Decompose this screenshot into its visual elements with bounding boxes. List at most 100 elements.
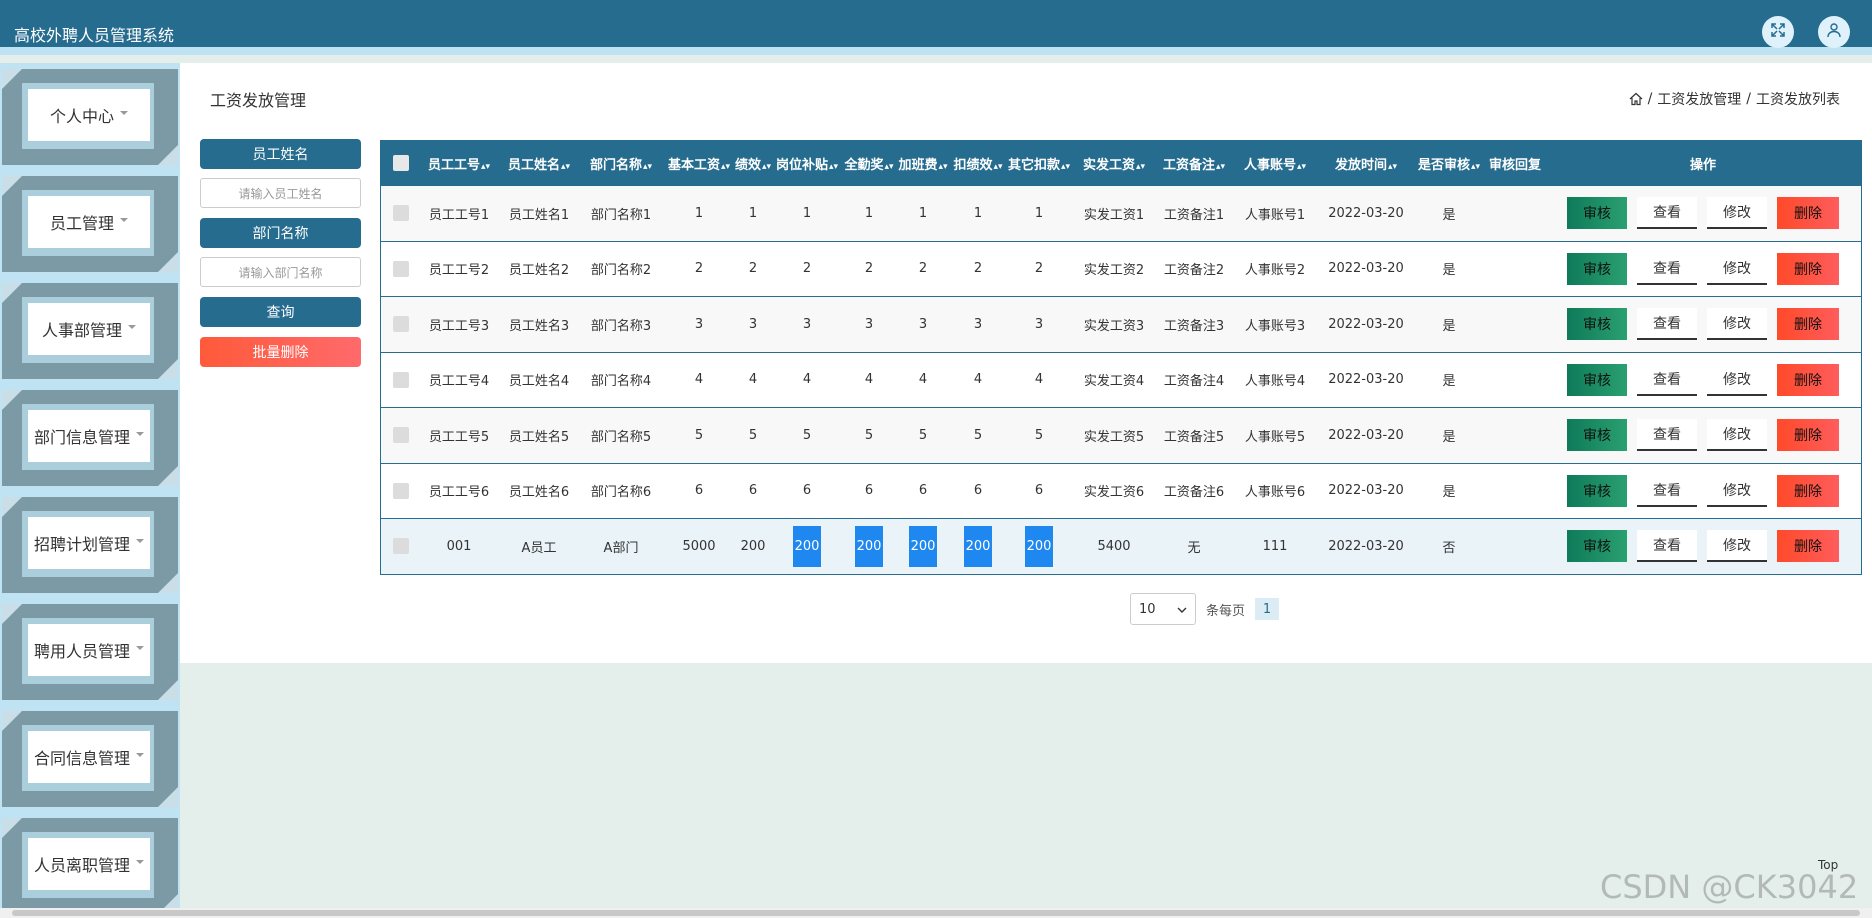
cell-value: 人事账号5 [1244, 429, 1306, 445]
sidebar-item[interactable]: 部门信息管理 [0, 388, 180, 488]
view-button[interactable]: 查看 [1637, 308, 1697, 340]
column-header[interactable]: 部门名称▴▾ [590, 154, 652, 173]
row-checkbox[interactable] [393, 538, 409, 555]
menu-card[interactable]: 聘用人员管理 [28, 624, 150, 676]
edit-button[interactable]: 修改 [1707, 419, 1767, 451]
batch-delete-button[interactable]: 批量删除 [200, 337, 361, 367]
menu-card[interactable]: 人员离职管理 [28, 838, 150, 890]
column-header[interactable]: 其它扣款▴▾ [1008, 154, 1070, 173]
employee-name-input[interactable]: 请输入员工姓名 [200, 178, 361, 208]
caret-down-icon [120, 218, 128, 222]
row-checkbox[interactable] [393, 316, 409, 333]
user-button[interactable] [1818, 16, 1850, 48]
delete-button[interactable]: 删除 [1777, 530, 1839, 562]
column-header[interactable]: 扣绩效▴▾ [953, 154, 1002, 173]
cell-value: 员工姓名4 [508, 374, 570, 390]
delete-button[interactable]: 删除 [1777, 363, 1839, 396]
sidebar-item[interactable]: 员工管理 [0, 174, 180, 274]
column-header[interactable]: 人事账号▴▾ [1244, 154, 1306, 173]
column-header[interactable]: 加班费▴▾ [898, 154, 947, 173]
department-name-input[interactable]: 请输入部门名称 [200, 257, 361, 287]
table-cell: 员工工号1 [429, 204, 489, 223]
fullscreen-button[interactable] [1762, 16, 1794, 48]
edit-button[interactable]: 修改 [1707, 197, 1767, 229]
edit-button[interactable]: 修改 [1707, 252, 1767, 285]
delete-button[interactable]: 删除 [1777, 252, 1839, 285]
row-checkbox[interactable] [393, 205, 409, 222]
audit-button[interactable]: 审核 [1567, 474, 1627, 507]
table-row: 001 A员工 A部门 5000 200 200 200 200 200 200 5400 无 111 2… [381, 518, 1861, 574]
column-header[interactable]: 岗位补贴▴▾ [776, 154, 838, 173]
column-header[interactable]: 是否审核▴▾ [1418, 154, 1480, 173]
edit-button[interactable]: 修改 [1707, 474, 1767, 507]
audit-button[interactable]: 审核 [1567, 363, 1627, 396]
sidebar-item[interactable]: 个人中心 [0, 67, 180, 167]
menu-bevel [2, 497, 22, 517]
cell-value: 部门名称2 [590, 263, 652, 279]
horizontal-scrollbar[interactable] [0, 908, 1872, 918]
column-header[interactable]: 全勤奖▴▾ [844, 154, 893, 173]
view-button[interactable]: 查看 [1637, 197, 1697, 229]
table-row: 员工工号4 员工姓名4 部门名称4 4 4 4 4 4 4 4 实发工资4 工资备注4 人事账号4 202… [381, 351, 1861, 407]
view-button[interactable]: 查看 [1637, 363, 1697, 396]
column-header[interactable]: 工资备注▴▾ [1163, 154, 1225, 173]
delete-button[interactable]: 删除 [1777, 308, 1839, 340]
edit-button[interactable]: 修改 [1707, 530, 1767, 562]
sidebar-item[interactable]: 聘用人员管理 [0, 602, 180, 702]
delete-button[interactable]: 删除 [1777, 197, 1839, 229]
menu-card[interactable]: 部门信息管理 [28, 410, 150, 462]
sidebar-item[interactable]: 人事部管理 [0, 281, 180, 381]
audit-button[interactable]: 审核 [1567, 308, 1627, 340]
sidebar-item[interactable]: 合同信息管理 [0, 709, 180, 809]
column-header[interactable]: 基本工资▴▾ [668, 154, 730, 173]
caret-down-icon [128, 325, 136, 329]
row-checkbox[interactable] [393, 260, 409, 277]
page-number[interactable]: 1 [1255, 598, 1280, 620]
audit-button[interactable]: 审核 [1567, 419, 1627, 451]
home-icon[interactable] [1629, 92, 1643, 106]
table-cell: 实发工资2 [1084, 259, 1144, 278]
query-button[interactable]: 查询 [200, 297, 361, 327]
column-header[interactable]: 绩效▴▾ [735, 154, 771, 173]
column-header[interactable]: 员工工号▴▾ [428, 154, 490, 173]
view-button[interactable]: 查看 [1637, 474, 1697, 507]
table-cell: 4 [803, 372, 811, 387]
row-checkbox[interactable] [393, 371, 409, 388]
audit-button[interactable]: 审核 [1567, 252, 1627, 285]
view-button[interactable]: 查看 [1637, 252, 1697, 285]
select-all-checkbox[interactable] [393, 155, 409, 171]
edit-button[interactable]: 修改 [1707, 308, 1767, 340]
menu-card[interactable]: 合同信息管理 [28, 731, 150, 783]
row-checkbox[interactable] [393, 427, 409, 444]
sidebar-item[interactable]: 人员离职管理 [0, 816, 180, 916]
page-size-select[interactable]: 10 [1130, 593, 1196, 625]
menu-card[interactable]: 员工管理 [28, 196, 150, 248]
cell-value: 无 [1187, 540, 1201, 556]
menu-card[interactable]: 个人中心 [28, 89, 150, 141]
cell-value: 工资备注6 [1163, 485, 1225, 501]
cell-value: 2 [802, 261, 812, 277]
table-cell: 200 [741, 539, 766, 554]
audit-button[interactable]: 审核 [1567, 530, 1627, 562]
scrollbar-thumb[interactable] [12, 910, 1860, 916]
delete-button[interactable]: 删除 [1777, 474, 1839, 507]
table-cell: 员工工号6 [429, 481, 489, 500]
menu-card[interactable]: 人事部管理 [28, 303, 150, 355]
view-button[interactable]: 查看 [1637, 530, 1697, 562]
audit-button[interactable]: 审核 [1567, 197, 1627, 229]
column-header[interactable]: 员工姓名▴▾ [508, 154, 570, 173]
edit-button[interactable]: 修改 [1707, 363, 1767, 396]
cell-value: 4 [802, 372, 812, 388]
sidebar-item[interactable]: 招聘计划管理 [0, 495, 180, 595]
delete-button[interactable]: 删除 [1777, 419, 1839, 451]
main-panel: 工资发放管理 / 工资发放管理 / 工资发放列表 员工姓名 请输入员工姓名 部门… [180, 63, 1872, 663]
column-header[interactable]: 实发工资▴▾ [1083, 154, 1145, 173]
breadcrumb-item[interactable]: 工资发放管理 [1657, 89, 1741, 109]
table-cell: 200 [855, 525, 883, 567]
row-checkbox[interactable] [393, 482, 409, 499]
menu-card[interactable]: 招聘计划管理 [28, 517, 150, 569]
view-button[interactable]: 查看 [1637, 419, 1697, 451]
column-header[interactable]: 发放时间▴▾ [1335, 154, 1397, 173]
sort-icon: ▴▾ [1215, 161, 1226, 172]
cell-value: 2022-03-20 [1328, 261, 1404, 277]
